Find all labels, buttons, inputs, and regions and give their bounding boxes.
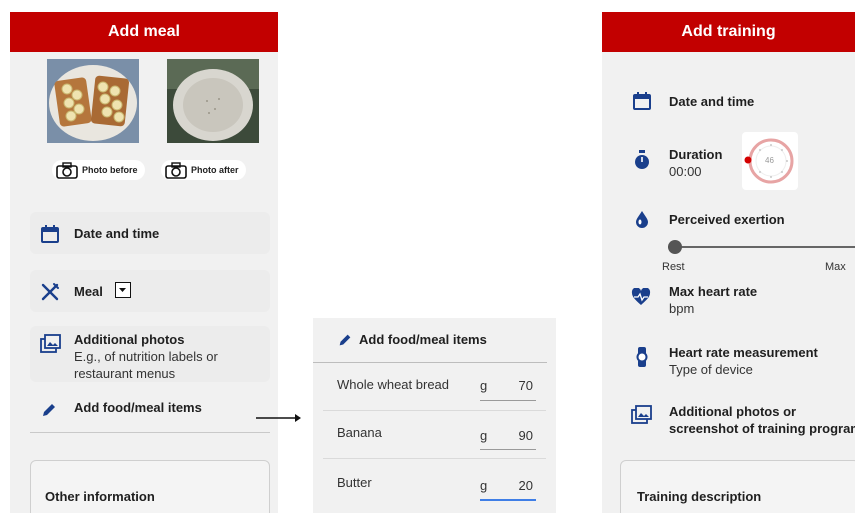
food-item-unit: g: [480, 478, 488, 493]
additional-photos-title: Additional photos: [74, 332, 185, 347]
camera-icon: [56, 162, 78, 179]
other-information-box[interactable]: Other information: [30, 460, 270, 513]
add-food-items-button[interactable]: Add food/meal items: [74, 400, 202, 415]
divider: [313, 362, 547, 363]
max-heart-rate-title: Max heart rate: [669, 284, 758, 299]
photo-after-image[interactable]: [167, 59, 259, 143]
exertion-slider-handle[interactable]: [668, 240, 682, 254]
exertion-slider-track[interactable]: [668, 246, 855, 248]
perceived-exertion-title: Perceived exertion: [669, 212, 785, 227]
food-item-name: Butter: [337, 475, 372, 490]
other-information-label: Other information: [45, 489, 155, 504]
food-item-qty-input[interactable]: 90: [513, 428, 533, 443]
chevron-down-icon: [119, 288, 126, 292]
photo-after-label: Photo after: [191, 165, 239, 175]
watch-icon: [636, 347, 648, 367]
arrow-icon: [256, 414, 301, 422]
photo-after-button[interactable]: Photo after: [161, 160, 246, 180]
drop-icon: [636, 211, 648, 228]
training-photos-subtitle: screenshot of training program: [669, 421, 855, 436]
food-item-name: Banana: [337, 425, 382, 440]
food-item-unit: g: [480, 428, 488, 443]
training-date-time-label[interactable]: Date and time: [669, 94, 754, 109]
add-meal-panel: Add meal Photo before Photo after Date a…: [10, 12, 278, 513]
heart-rate-measurement-device[interactable]: Type of device: [669, 362, 753, 377]
duration-timer-dial[interactable]: 46: [742, 132, 798, 190]
meal-row[interactable]: [30, 270, 270, 312]
food-items-title: Add food/meal items: [359, 332, 487, 347]
divider: [30, 432, 270, 433]
stopwatch-icon: [635, 150, 649, 169]
utensils-icon: [41, 283, 59, 301]
food-item-qty-input[interactable]: 70: [513, 378, 533, 393]
photo-before-button[interactable]: Photo before: [52, 160, 145, 180]
max-heart-rate-unit[interactable]: bpm: [669, 301, 694, 316]
food-item-name: Whole wheat bread: [337, 377, 450, 392]
additional-photos-hint-2: restaurant menus: [74, 366, 176, 381]
heart-rate-measurement-title: Heart rate measurement: [669, 345, 818, 360]
photo-before-image[interactable]: [47, 59, 139, 143]
food-items-panel: Add food/meal items Whole wheat bread g …: [313, 318, 556, 513]
camera-icon: [165, 162, 187, 179]
rest-label: Rest: [662, 261, 685, 273]
meal-dropdown[interactable]: [115, 282, 131, 298]
duration-title: Duration: [669, 147, 723, 162]
divider: [323, 458, 546, 459]
calendar-icon: [41, 225, 59, 243]
heart-rate-icon: [631, 288, 651, 305]
calendar-icon: [633, 92, 651, 110]
input-underline-active: [480, 499, 536, 501]
add-training-header: Add training: [602, 12, 855, 52]
training-description-label: Training description: [637, 489, 762, 504]
timer-center-label: 46: [765, 156, 774, 165]
food-item-qty-input[interactable]: 20: [513, 478, 533, 493]
add-training-panel: Add training Date and time Duration 00:0…: [602, 12, 855, 513]
training-description-box[interactable]: Training description: [620, 460, 855, 513]
add-meal-title: Add meal: [107, 23, 180, 40]
additional-photos-hint-1: E.g., of nutrition labels or: [74, 349, 218, 364]
add-training-title: Add training: [681, 23, 776, 40]
pencil-icon: [339, 334, 351, 346]
input-underline: [480, 449, 536, 450]
food-item-unit: g: [480, 378, 488, 393]
photos-icon: [631, 405, 652, 424]
duration-value[interactable]: 00:00: [669, 164, 702, 179]
training-photos-title[interactable]: Additional photos or: [669, 404, 796, 419]
input-underline: [480, 400, 536, 401]
divider: [323, 410, 546, 411]
photos-icon: [40, 334, 61, 353]
pencil-icon: [43, 404, 55, 416]
date-time-label: Date and time: [74, 226, 160, 241]
add-meal-header: Add meal: [10, 12, 278, 52]
photo-before-label: Photo before: [82, 165, 138, 175]
max-label: Max: [825, 261, 846, 273]
meal-label: Meal: [74, 284, 103, 299]
